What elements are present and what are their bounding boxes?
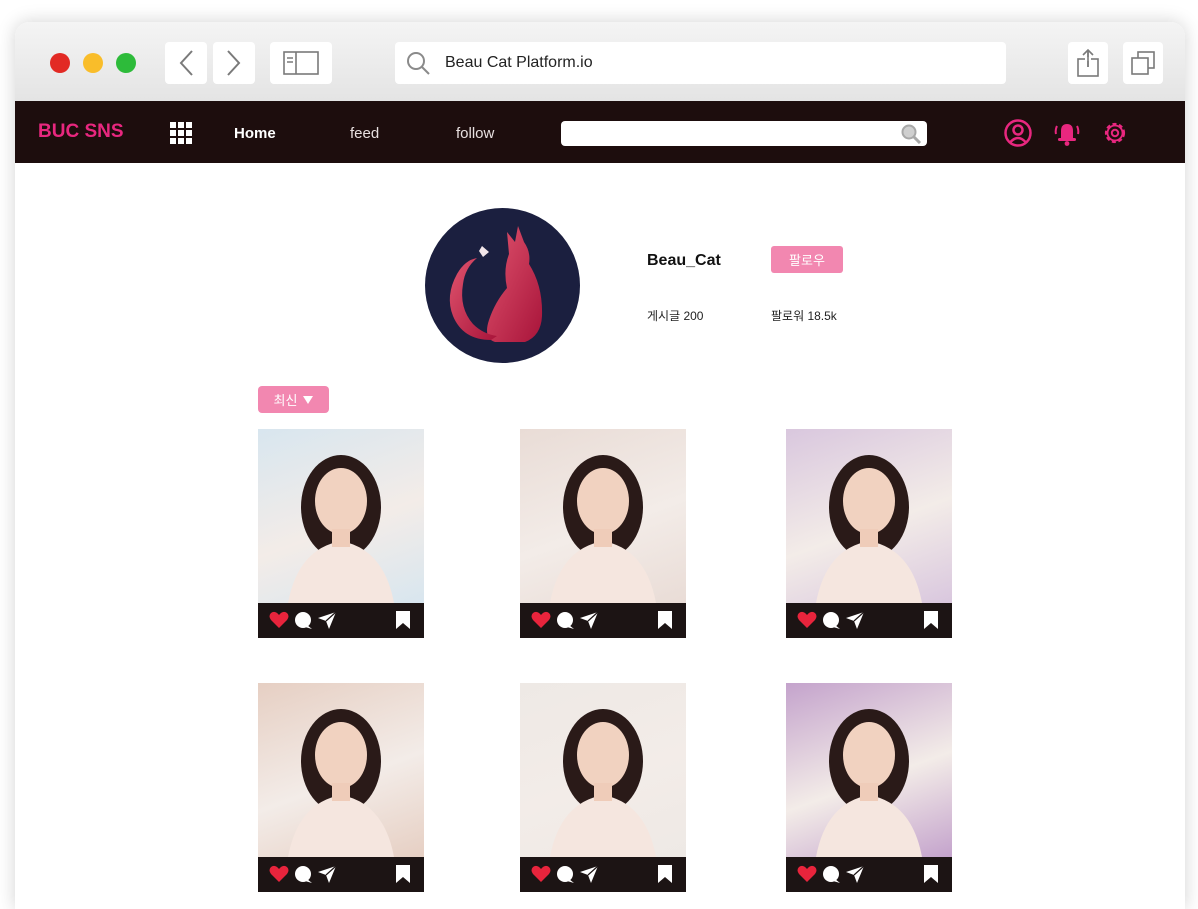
browser-window: Beau Cat Platform.io BUC SNS Home feed f…	[15, 22, 1185, 909]
post-photo[interactable]	[520, 683, 686, 857]
app-navbar: BUC SNS Home feed follow	[15, 101, 1185, 163]
apps-grid-icon[interactable]	[169, 121, 193, 145]
search-icon	[407, 52, 430, 75]
tabs-button[interactable]	[1123, 42, 1163, 84]
bell-icon[interactable]	[1052, 118, 1082, 148]
comment-icon[interactable]	[293, 611, 313, 634]
post-action-bar	[786, 603, 952, 638]
portrait-figure	[550, 709, 656, 857]
bookmark-icon[interactable]	[657, 865, 673, 888]
browser-titlebar: Beau Cat Platform.io	[15, 22, 1185, 102]
follow-button[interactable]: 팔로우	[771, 246, 843, 273]
back-button[interactable]	[165, 42, 207, 84]
portrait-figure	[816, 709, 922, 857]
user-circle-icon[interactable]	[1003, 118, 1033, 148]
comment-icon[interactable]	[555, 611, 575, 634]
post-action-bar	[786, 857, 952, 892]
forward-button[interactable]	[213, 42, 255, 84]
sort-dropdown[interactable]: 최신	[258, 386, 329, 413]
bookmark-icon[interactable]	[395, 865, 411, 888]
address-url: Beau Cat Platform.io	[445, 54, 593, 71]
post-action-bar	[520, 857, 686, 892]
bookmark-icon[interactable]	[395, 611, 411, 634]
post-action-bar	[258, 603, 424, 638]
bookmark-icon[interactable]	[657, 611, 673, 634]
post-card[interactable]	[520, 683, 686, 892]
sidebar-icon	[283, 51, 319, 75]
nav-feed[interactable]: feed	[350, 125, 379, 142]
followers-count[interactable]: 팔로워 18.5k	[771, 307, 837, 324]
close-window-button[interactable]	[50, 53, 70, 73]
heart-icon[interactable]	[797, 611, 817, 634]
profile-username: Beau_Cat	[647, 252, 721, 269]
chevron-left-icon	[179, 50, 193, 76]
heart-icon[interactable]	[797, 865, 817, 888]
minimize-window-button[interactable]	[83, 53, 103, 73]
maximize-window-button[interactable]	[116, 53, 136, 73]
tabs-icon	[1131, 51, 1155, 75]
comment-icon[interactable]	[821, 865, 841, 888]
heart-icon[interactable]	[531, 611, 551, 634]
address-bar[interactable]: Beau Cat Platform.io	[395, 42, 1006, 84]
search-icon[interactable]	[900, 123, 922, 144]
post-photo[interactable]	[786, 429, 952, 603]
nav-follow[interactable]: follow	[456, 125, 494, 142]
nav-home[interactable]: Home	[234, 125, 276, 142]
post-photo[interactable]	[258, 429, 424, 603]
send-icon[interactable]	[317, 865, 337, 888]
portrait-figure	[288, 709, 394, 857]
posts-count: 게시글 200	[647, 309, 704, 323]
comment-icon[interactable]	[821, 611, 841, 634]
bookmark-icon[interactable]	[923, 865, 939, 888]
chevron-right-icon	[227, 50, 241, 76]
sort-label: 최신	[273, 393, 298, 408]
send-icon[interactable]	[579, 865, 599, 888]
gear-icon[interactable]	[1100, 118, 1130, 148]
bookmark-icon[interactable]	[923, 611, 939, 634]
portrait-figure	[816, 455, 922, 603]
heart-icon[interactable]	[531, 865, 551, 888]
post-card[interactable]	[786, 683, 952, 892]
post-action-bar	[520, 603, 686, 638]
brand-logo[interactable]: BUC SNS	[38, 121, 124, 143]
profile-page: Beau_Cat 팔로우 게시글 200 팔로워 18.5k 최신	[15, 163, 1185, 909]
profile-avatar	[425, 208, 580, 363]
post-action-bar	[258, 857, 424, 892]
post-card[interactable]	[258, 683, 424, 892]
share-icon	[1077, 48, 1099, 77]
post-card[interactable]	[520, 429, 686, 638]
portrait-figure	[288, 455, 394, 603]
send-icon[interactable]	[317, 611, 337, 634]
portrait-figure	[550, 455, 656, 603]
comment-icon[interactable]	[293, 865, 313, 888]
heart-icon[interactable]	[269, 611, 289, 634]
comment-icon[interactable]	[555, 865, 575, 888]
post-photo[interactable]	[258, 683, 424, 857]
heart-icon[interactable]	[269, 865, 289, 888]
share-button[interactable]	[1068, 42, 1108, 84]
post-photo[interactable]	[786, 683, 952, 857]
dropdown-triangle-icon	[303, 395, 314, 404]
nav-search-input[interactable]	[561, 121, 927, 146]
post-photo[interactable]	[520, 429, 686, 603]
send-icon[interactable]	[579, 611, 599, 634]
post-card[interactable]	[258, 429, 424, 638]
send-icon[interactable]	[845, 611, 865, 634]
send-icon[interactable]	[845, 865, 865, 888]
sidebar-toggle-button[interactable]	[270, 42, 332, 84]
post-card[interactable]	[786, 429, 952, 638]
